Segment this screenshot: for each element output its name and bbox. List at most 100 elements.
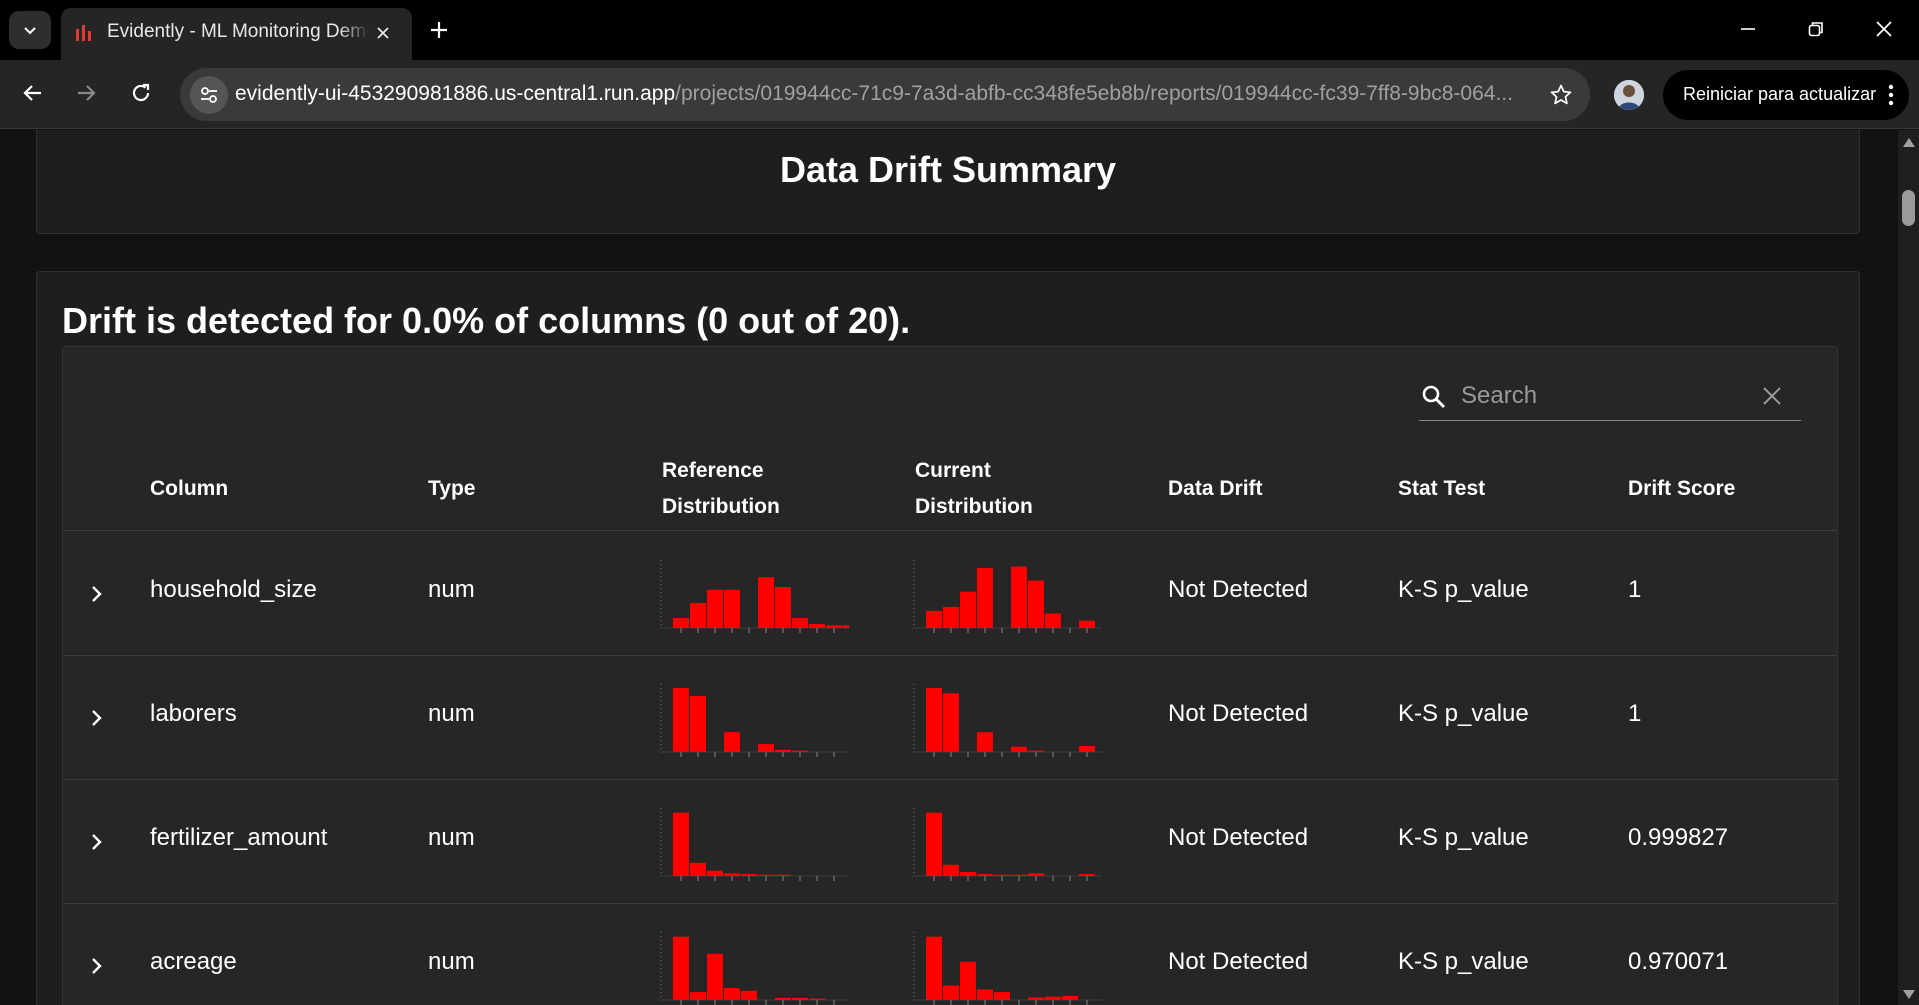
header-column[interactable]: Column [150, 471, 228, 507]
histogram-bar [843, 625, 849, 628]
histogram-bar [724, 589, 740, 628]
cell-stat-test: K-S p_value [1398, 700, 1529, 727]
histogram-bar [926, 610, 942, 628]
histogram-bar [673, 618, 689, 628]
cell-data-drift: Not Detected [1168, 948, 1309, 975]
tab-close-button[interactable] [370, 20, 396, 46]
histogram-bar [724, 873, 740, 876]
expand-row-button[interactable] [77, 822, 117, 862]
update-button[interactable]: Reiniciar para actualizar [1663, 70, 1909, 120]
histogram-bar [1045, 996, 1061, 1000]
histogram-bar [1045, 613, 1061, 628]
histogram-bar [690, 695, 706, 752]
histogram-bar [994, 992, 1010, 1000]
reference-distribution-histogram [659, 808, 849, 881]
page-viewport: Data Drift Summary Drift is detected for… [0, 130, 1898, 1005]
table-row[interactable]: acreage num Not Detected K-S p_value 0.97007… [63, 904, 1837, 1005]
address-bar[interactable]: evidently-ui-453290981886.us-central1.ru… [180, 68, 1590, 121]
header-drift-score[interactable]: Drift Score [1628, 471, 1735, 507]
scroll-up-arrow[interactable] [1903, 138, 1915, 147]
histogram-bar [926, 936, 942, 1000]
header-current-line1: Current [915, 459, 991, 482]
arrow-right-icon [78, 85, 96, 101]
summary-title: Data Drift Summary [779, 149, 1117, 190]
histogram-bar [1011, 746, 1027, 752]
cell-data-drift: Not Detected [1168, 576, 1309, 603]
histogram-bar [673, 687, 689, 752]
histogram-bar [707, 870, 723, 876]
cell-data-drift: Not Detected [1168, 700, 1309, 727]
more-menu-button[interactable] [1881, 82, 1901, 108]
expand-row-button[interactable] [77, 574, 117, 614]
header-type[interactable]: Type [428, 471, 475, 507]
histogram-bar [977, 989, 993, 1000]
browser-toolbar: evidently-ui-453290981886.us-central1.ru… [0, 60, 1919, 129]
chevron-right-icon [92, 710, 102, 726]
histogram-bar [741, 990, 757, 1000]
drift-headline: Drift is detected for 0.0% of columns (0… [62, 300, 911, 341]
cell-column-name: household_size [150, 576, 317, 603]
arrow-left-icon [23, 85, 41, 101]
histogram-bar [690, 862, 706, 876]
histogram-bar [1062, 996, 1078, 1000]
chevron-down-icon [24, 27, 36, 35]
restore-button[interactable] [1782, 0, 1850, 58]
close-icon[interactable] [1759, 383, 1785, 409]
histogram-bar [673, 936, 689, 1000]
header-reference-line1: Reference [662, 459, 764, 482]
profile-avatar[interactable] [1614, 80, 1644, 110]
tune-icon [201, 87, 217, 103]
expand-row-button[interactable] [77, 698, 117, 738]
histogram-bar [1079, 620, 1095, 628]
header-stat-test[interactable]: Stat Test [1398, 471, 1485, 507]
back-button[interactable] [13, 73, 53, 113]
histogram-bar [943, 606, 959, 628]
cell-stat-test: K-S p_value [1398, 948, 1529, 975]
histogram-bar [690, 992, 706, 1000]
cell-stat-test: K-S p_value [1398, 824, 1529, 851]
reload-button[interactable] [121, 73, 161, 113]
histogram-bar [926, 687, 942, 752]
expand-row-button[interactable] [77, 946, 117, 986]
table-row[interactable]: fertilizer_amount num Not Detected K-S p_va… [63, 780, 1837, 904]
url-text[interactable]: evidently-ui-453290981886.us-central1.ru… [235, 82, 1525, 106]
header-reference-line2: Distribution [662, 495, 780, 518]
histogram-bar [943, 985, 959, 1000]
search-field[interactable] [1419, 371, 1801, 421]
bookmark-button[interactable] [1542, 76, 1580, 114]
cell-drift-score: 0.999827 [1628, 824, 1729, 851]
table-header: Column Type Reference Distribution Curre… [63, 447, 1837, 531]
update-button-label: Reiniciar para actualizar [1683, 84, 1877, 104]
browser-tab-bar: Evidently - ML Monitoring Demo [0, 0, 1919, 60]
browser-tab-active[interactable]: Evidently - ML Monitoring Demo [61, 8, 412, 60]
scrollbar-thumb[interactable] [1902, 190, 1915, 226]
cell-drift-score: 1 [1628, 576, 1642, 603]
reload-icon [132, 83, 150, 102]
site-info-button[interactable] [190, 76, 228, 114]
current-distribution-histogram [912, 808, 1102, 881]
histogram-bar [758, 577, 774, 628]
minimize-button[interactable] [1714, 0, 1782, 58]
table-row[interactable]: laborers num Not Detected K-S p_value 1 [63, 656, 1837, 780]
histogram-bar [690, 602, 706, 628]
new-tab-button[interactable] [420, 11, 458, 49]
header-current-distribution: Current Distribution [915, 453, 1033, 525]
header-data-drift[interactable]: Data Drift [1168, 471, 1263, 507]
histogram-bar [724, 732, 740, 752]
drift-card: Drift is detected for 0.0% of columns (0… [36, 271, 1860, 1005]
cell-drift-score: 0.970071 [1628, 948, 1729, 975]
histogram-bar [826, 625, 842, 628]
scroll-down-arrow[interactable] [1903, 990, 1915, 999]
cell-column-name: fertilizer_amount [150, 824, 328, 851]
table-row[interactable]: household_size num Not Detected K-S p_value… [63, 532, 1837, 656]
tab-search-button[interactable] [9, 11, 51, 49]
search-input[interactable] [1461, 379, 1751, 413]
close-window-button[interactable] [1850, 0, 1918, 58]
minimize-icon [1741, 28, 1755, 30]
page-scrollbar[interactable] [1898, 130, 1919, 1005]
histogram-bar [1079, 746, 1095, 752]
cell-column-name: laborers [150, 700, 237, 727]
forward-button[interactable] [66, 73, 106, 113]
histogram-bar [775, 587, 791, 628]
more-vertical-icon [1888, 84, 1894, 106]
